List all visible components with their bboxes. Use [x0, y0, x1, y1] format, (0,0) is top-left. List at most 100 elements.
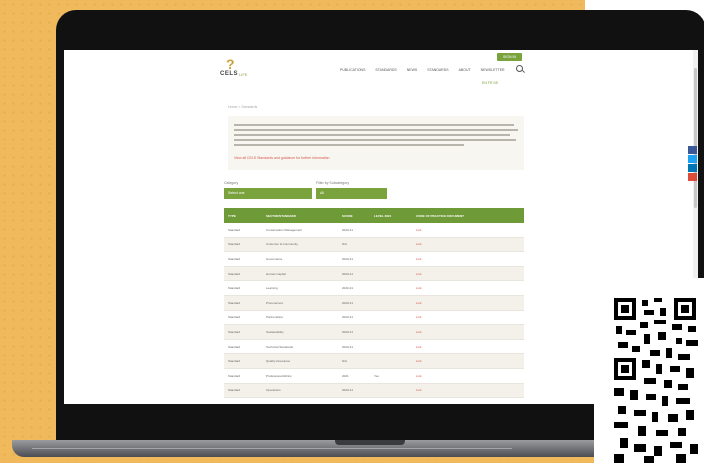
table-cell: 2020-21: [338, 295, 370, 311]
table-cell: [370, 266, 412, 282]
table-row: Standard Customer & Community N/A Link: [224, 237, 524, 253]
filter-label: Category: [224, 181, 239, 185]
twitter-icon[interactable]: [688, 155, 697, 163]
table-cell: 2020-21: [338, 251, 370, 267]
document-link[interactable]: Link: [412, 353, 524, 369]
table-cell: [370, 223, 412, 238]
table-row: Standard Conservation Management 2020-21 Li…: [224, 223, 524, 238]
category-select[interactable]: Select one: [224, 188, 312, 199]
linkedin-icon[interactable]: [688, 164, 697, 172]
document-link[interactable]: Link: [412, 266, 524, 282]
intro-text-line: [234, 129, 518, 131]
table-row: Standard Sustainability 2020-21 Link: [224, 324, 524, 340]
document-link[interactable]: Link: [412, 324, 524, 340]
table-row: Standard Technical Standards 2020-21 Link: [224, 339, 524, 355]
language-switcher[interactable]: EN FR DE: [482, 81, 498, 85]
table-cell: Standard: [224, 237, 262, 253]
table-cell: Standard: [224, 368, 262, 384]
facebook-icon[interactable]: [688, 146, 697, 154]
column-header[interactable]: SECTOR/STANDARD: [262, 208, 338, 223]
table-cell: N/A: [338, 353, 370, 369]
intro-panel: View all CELS Standards and guidance for…: [228, 116, 524, 170]
intro-text-line: [234, 144, 464, 146]
table-cell: [370, 339, 412, 355]
table-cell: [370, 295, 412, 311]
table-cell: [370, 280, 412, 296]
scrollbar-thumb[interactable]: [694, 68, 697, 208]
intro-text-line: [234, 134, 510, 136]
column-header[interactable]: CODE OF PRACTICE DOCUMENT: [412, 208, 524, 223]
table-cell: Standard: [224, 353, 262, 369]
intro-link[interactable]: View all CELS Standards and guidance for…: [234, 156, 329, 160]
document-link[interactable]: Link: [412, 251, 524, 267]
table-cell: N/A: [338, 237, 370, 253]
document-link[interactable]: Link: [412, 223, 524, 238]
document-link[interactable]: Link: [412, 368, 524, 384]
table-cell: 2020-21: [338, 280, 370, 296]
sign-in-button[interactable]: SIGN IN: [497, 53, 522, 61]
document-link[interactable]: Link: [412, 383, 524, 399]
google-plus-icon[interactable]: [688, 173, 697, 181]
standards-table: TYPE SECTOR/STANDARD SCORE LEVEL 2024 CO…: [224, 208, 524, 404]
nav-item[interactable]: ABOUT: [459, 68, 471, 72]
table-cell: Standard: [224, 266, 262, 282]
site-header: ? CELS LIFE SIGN IN PUBLICATIONS STANDAR…: [64, 50, 698, 92]
table-cell: [370, 237, 412, 253]
document-link[interactable]: Link: [412, 339, 524, 355]
nav-item[interactable]: NEWS: [407, 68, 418, 72]
table-cell: Governance: [262, 251, 338, 267]
table-row: Standard Learning 2020-21 Link: [224, 280, 524, 296]
logo-sub: LIFE: [239, 72, 248, 77]
table-cell: Mentoring: [262, 397, 338, 404]
nav-item[interactable]: STANDARDS: [427, 68, 448, 72]
table-cell: Standard: [224, 280, 262, 296]
nav-item[interactable]: STANDARDS: [375, 68, 396, 72]
table-row: Standard Quality Assurance N/A Link: [224, 353, 524, 369]
nav-item[interactable]: NEWSLETTER: [481, 68, 505, 72]
main-nav: PUBLICATIONS STANDARDS NEWS STANDARDS AB…: [340, 68, 505, 72]
table-cell: Standard: [224, 397, 262, 404]
search-icon[interactable]: [516, 65, 523, 72]
laptop-edge-highlight: [32, 448, 512, 449]
breadcrumb[interactable]: Home > Standards: [228, 105, 257, 109]
table-cell: Technical Standards: [262, 339, 338, 355]
table-cell: Professional Ethics: [262, 368, 338, 384]
document-link[interactable]: Link: [412, 280, 524, 296]
subcategory-select[interactable]: All: [316, 188, 387, 199]
column-header[interactable]: TYPE: [224, 208, 262, 223]
document-link[interactable]: Link: [412, 397, 524, 404]
table-cell: Human Capital: [262, 266, 338, 282]
qr-code-icon: [614, 298, 698, 463]
table-cell: 2020-21: [338, 339, 370, 355]
table-row: Standard Governance 2020-21 Link: [224, 251, 524, 267]
logo-mark-icon: ?: [226, 56, 235, 72]
table-cell: Customer & Community: [262, 237, 338, 253]
table-row: Standard Procurement 2020-21 Link: [224, 295, 524, 311]
table-cell: Partnerships: [262, 310, 338, 326]
document-link[interactable]: Link: [412, 237, 524, 253]
table-cell: Learning: [262, 280, 338, 296]
intro-text-line: [234, 139, 516, 141]
table-cell: Standard: [224, 339, 262, 355]
table-cell: Procurement: [262, 295, 338, 311]
table-cell: 2020-21: [338, 383, 370, 399]
table-cell: 2020-21: [338, 324, 370, 340]
nav-item[interactable]: PUBLICATIONS: [340, 68, 365, 72]
table-cell: Yes: [370, 368, 412, 384]
table-cell: 2020-21: [338, 310, 370, 326]
table-cell: Standard: [224, 223, 262, 238]
table-cell: 2020-21: [338, 397, 370, 404]
table-row: Standard Professional Ethics 2021 Yes Link: [224, 368, 524, 384]
site-logo[interactable]: ? CELS LIFE: [220, 56, 260, 78]
table-row: Standard Operations 2020-21 Link: [224, 383, 524, 399]
table-cell: Sustainability: [262, 324, 338, 340]
table-cell: [370, 397, 412, 404]
table-cell: 2021: [338, 368, 370, 384]
document-link[interactable]: Link: [412, 295, 524, 311]
document-link[interactable]: Link: [412, 310, 524, 326]
column-header[interactable]: LEVEL 2024: [370, 208, 412, 223]
table-cell: [370, 324, 412, 340]
laptop-notch: [335, 440, 405, 445]
table-cell: Operations: [262, 383, 338, 399]
column-header[interactable]: SCORE: [338, 208, 370, 223]
